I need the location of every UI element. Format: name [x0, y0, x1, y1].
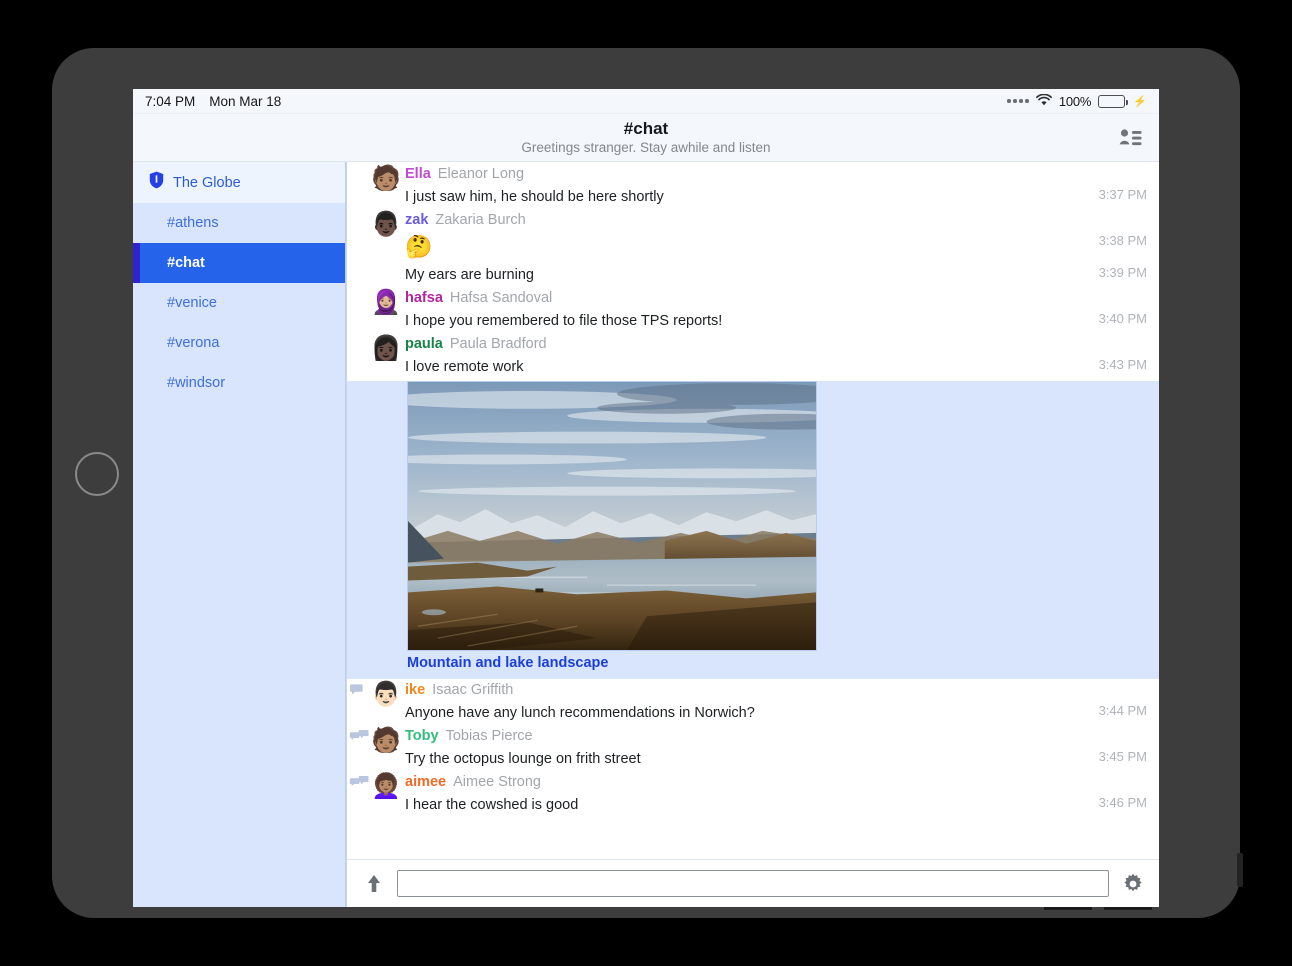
- author-fullname: Eleanor Long: [438, 166, 524, 182]
- author-fullname: Tobias Pierce: [446, 728, 533, 744]
- sidebar-item-label: #athens: [167, 215, 219, 231]
- avatar: 👨🏿: [371, 211, 399, 239]
- message-composer: [347, 859, 1159, 907]
- sidebar-item-label: #windsor: [167, 375, 225, 391]
- shield-icon: [149, 171, 164, 194]
- message-row: 👩🏿 paula Paula Bradford I love remote work 3…: [347, 333, 1159, 379]
- messages-group-before: 🧑🏽 Ella Eleanor Long I just saw him, he sho…: [347, 163, 1159, 379]
- message-text: I just saw him, he should be here shortl…: [347, 185, 1081, 209]
- status-date: Mon Mar 18: [209, 94, 281, 109]
- author-fullname: Hafsa Sandoval: [450, 290, 552, 306]
- power-button[interactable]: [1237, 853, 1243, 887]
- author-fullname: Paula Bradford: [450, 336, 547, 352]
- avatar: 👨🏻: [371, 681, 399, 709]
- message-text: Anyone have any lunch recommendations in…: [347, 701, 1081, 725]
- author-fullname: Aimee Strong: [453, 774, 541, 790]
- message-author: paula Paula Bradford: [347, 333, 1081, 355]
- author-nick[interactable]: zak: [405, 212, 428, 228]
- image-attachment-message: Mountain and lake landscape: [347, 381, 1159, 679]
- message-timestamp: 3:46 PM: [1099, 795, 1147, 810]
- message-author: Ella Eleanor Long: [347, 163, 1081, 185]
- tablet-device-frame: 7:04 PM Mon Mar 18 100% ⚡: [52, 48, 1240, 918]
- battery-full-icon: [1098, 95, 1125, 108]
- upload-arrow-icon[interactable]: [363, 873, 385, 895]
- messages-group-after: 👨🏻 ike Isaac Griffith Anyone have any lunch…: [347, 679, 1159, 817]
- author-fullname: Isaac Griffith: [432, 682, 513, 698]
- charging-bolt-icon: ⚡: [1133, 95, 1147, 108]
- sidebar-item-athens[interactable]: #athens: [133, 203, 345, 243]
- sidebar-item-verona[interactable]: #verona: [133, 323, 345, 363]
- avatar: 👩🏿: [371, 335, 399, 363]
- message-timestamp: 3:43 PM: [1099, 357, 1147, 372]
- sidebar-item-windsor[interactable]: #windsor: [133, 363, 345, 403]
- message-text: I love remote work: [347, 355, 1081, 379]
- channel-topic: Greetings stranger. Stay awhile and list…: [521, 139, 770, 156]
- avatar: 🧕🏼: [371, 289, 399, 317]
- message-timestamp: 3:38 PM: [1099, 233, 1147, 248]
- author-nick[interactable]: ike: [405, 682, 425, 698]
- message-timestamp: 3:40 PM: [1099, 311, 1147, 326]
- battery-percent-label: 100%: [1059, 94, 1091, 109]
- message-timestamp: 3:45 PM: [1099, 749, 1147, 764]
- attachment-photo[interactable]: [407, 381, 817, 651]
- avatar: 👩🏽‍🦱: [371, 773, 399, 801]
- message-row: 👩🏽‍🦱 aimee Aimee Strong I hear the cowshed …: [347, 771, 1159, 817]
- message-input[interactable]: [397, 870, 1109, 897]
- message-timestamp: 3:44 PM: [1099, 703, 1147, 718]
- message-text: I hope you remembered to file those TPS …: [347, 309, 1081, 333]
- page-title: #chat: [624, 119, 668, 139]
- message-author: hafsa Hafsa Sandoval: [347, 287, 1081, 309]
- message-author: zak Zakaria Burch: [347, 209, 1081, 231]
- sidebar-item-label: #verona: [167, 335, 219, 351]
- status-time: 7:04 PM: [145, 94, 195, 109]
- message-row: 🧕🏼 hafsa Hafsa Sandoval I hope you remember…: [347, 287, 1159, 333]
- message-text: I hear the cowshed is good: [347, 793, 1081, 817]
- user-list-icon[interactable]: [1115, 125, 1145, 151]
- attachment-caption[interactable]: Mountain and lake landscape: [347, 655, 1159, 671]
- status-bar: 7:04 PM Mon Mar 18 100% ⚡: [133, 89, 1159, 114]
- message-timestamp: 3:37 PM: [1099, 187, 1147, 202]
- author-fullname: Zakaria Burch: [435, 212, 525, 228]
- author-nick[interactable]: paula: [405, 336, 443, 352]
- home-button[interactable]: [75, 452, 119, 496]
- message-row: 🧑🏽 Ella Eleanor Long I just saw him, he sho…: [347, 163, 1159, 209]
- message-text: 🤔: [347, 231, 1081, 263]
- wifi-icon: [1036, 94, 1052, 109]
- message-text: Try the octopus lounge on frith street: [347, 747, 1081, 771]
- message-row: 👨🏻 ike Isaac Griffith Anyone have any lunch…: [347, 679, 1159, 725]
- sidebar: The Globe #athens #chat #venice #verona #win…: [133, 162, 346, 907]
- message-timestamp: 3:39 PM: [1099, 265, 1147, 280]
- author-nick[interactable]: aimee: [405, 774, 446, 790]
- message-author: Toby Tobias Pierce: [347, 725, 1081, 747]
- avatar: 🧑🏽: [371, 165, 399, 193]
- sidebar-item-venice[interactable]: #venice: [133, 283, 345, 323]
- sidebar-item-label: #chat: [167, 255, 205, 271]
- chat-pane: 🧑🏽 Ella Eleanor Long I just saw him, he sho…: [346, 162, 1159, 907]
- sidebar-item-label: #venice: [167, 295, 217, 311]
- signal-dots-icon: [1007, 99, 1029, 103]
- message-text: My ears are burning: [347, 263, 1081, 287]
- app-header: #chat Greetings stranger. Stay awhile an…: [133, 114, 1159, 162]
- channel-list: #athens #chat #venice #verona #windsor: [133, 203, 345, 403]
- message-row: 👨🏿 zak Zakaria Burch 🤔 3:38 PM: [347, 209, 1159, 263]
- author-nick[interactable]: Ella: [405, 166, 431, 182]
- tablet-screen: 7:04 PM Mon Mar 18 100% ⚡: [133, 89, 1159, 907]
- author-nick[interactable]: Toby: [405, 728, 439, 744]
- author-nick[interactable]: hafsa: [405, 290, 443, 306]
- sidebar-item-chat[interactable]: #chat: [133, 243, 345, 283]
- avatar: 🧑🏽: [371, 727, 399, 755]
- message-list[interactable]: 🧑🏽 Ella Eleanor Long I just saw him, he sho…: [347, 162, 1159, 859]
- gear-icon[interactable]: [1121, 872, 1145, 896]
- message-author: ike Isaac Griffith: [347, 679, 1081, 701]
- speech-bubble-icon: [349, 683, 369, 701]
- app-body: The Globe #athens #chat #venice #verona #win…: [133, 162, 1159, 907]
- server-name: The Globe: [173, 175, 241, 191]
- speech-bubbles-icon: [349, 775, 369, 793]
- message-author: aimee Aimee Strong: [347, 771, 1081, 793]
- server-header[interactable]: The Globe: [133, 162, 345, 203]
- message-row: 🧑🏽 Toby Tobias Pierce Try the octopus loung…: [347, 725, 1159, 771]
- message-row: My ears are burning 3:39 PM: [347, 263, 1159, 287]
- speech-bubbles-icon: [349, 729, 369, 747]
